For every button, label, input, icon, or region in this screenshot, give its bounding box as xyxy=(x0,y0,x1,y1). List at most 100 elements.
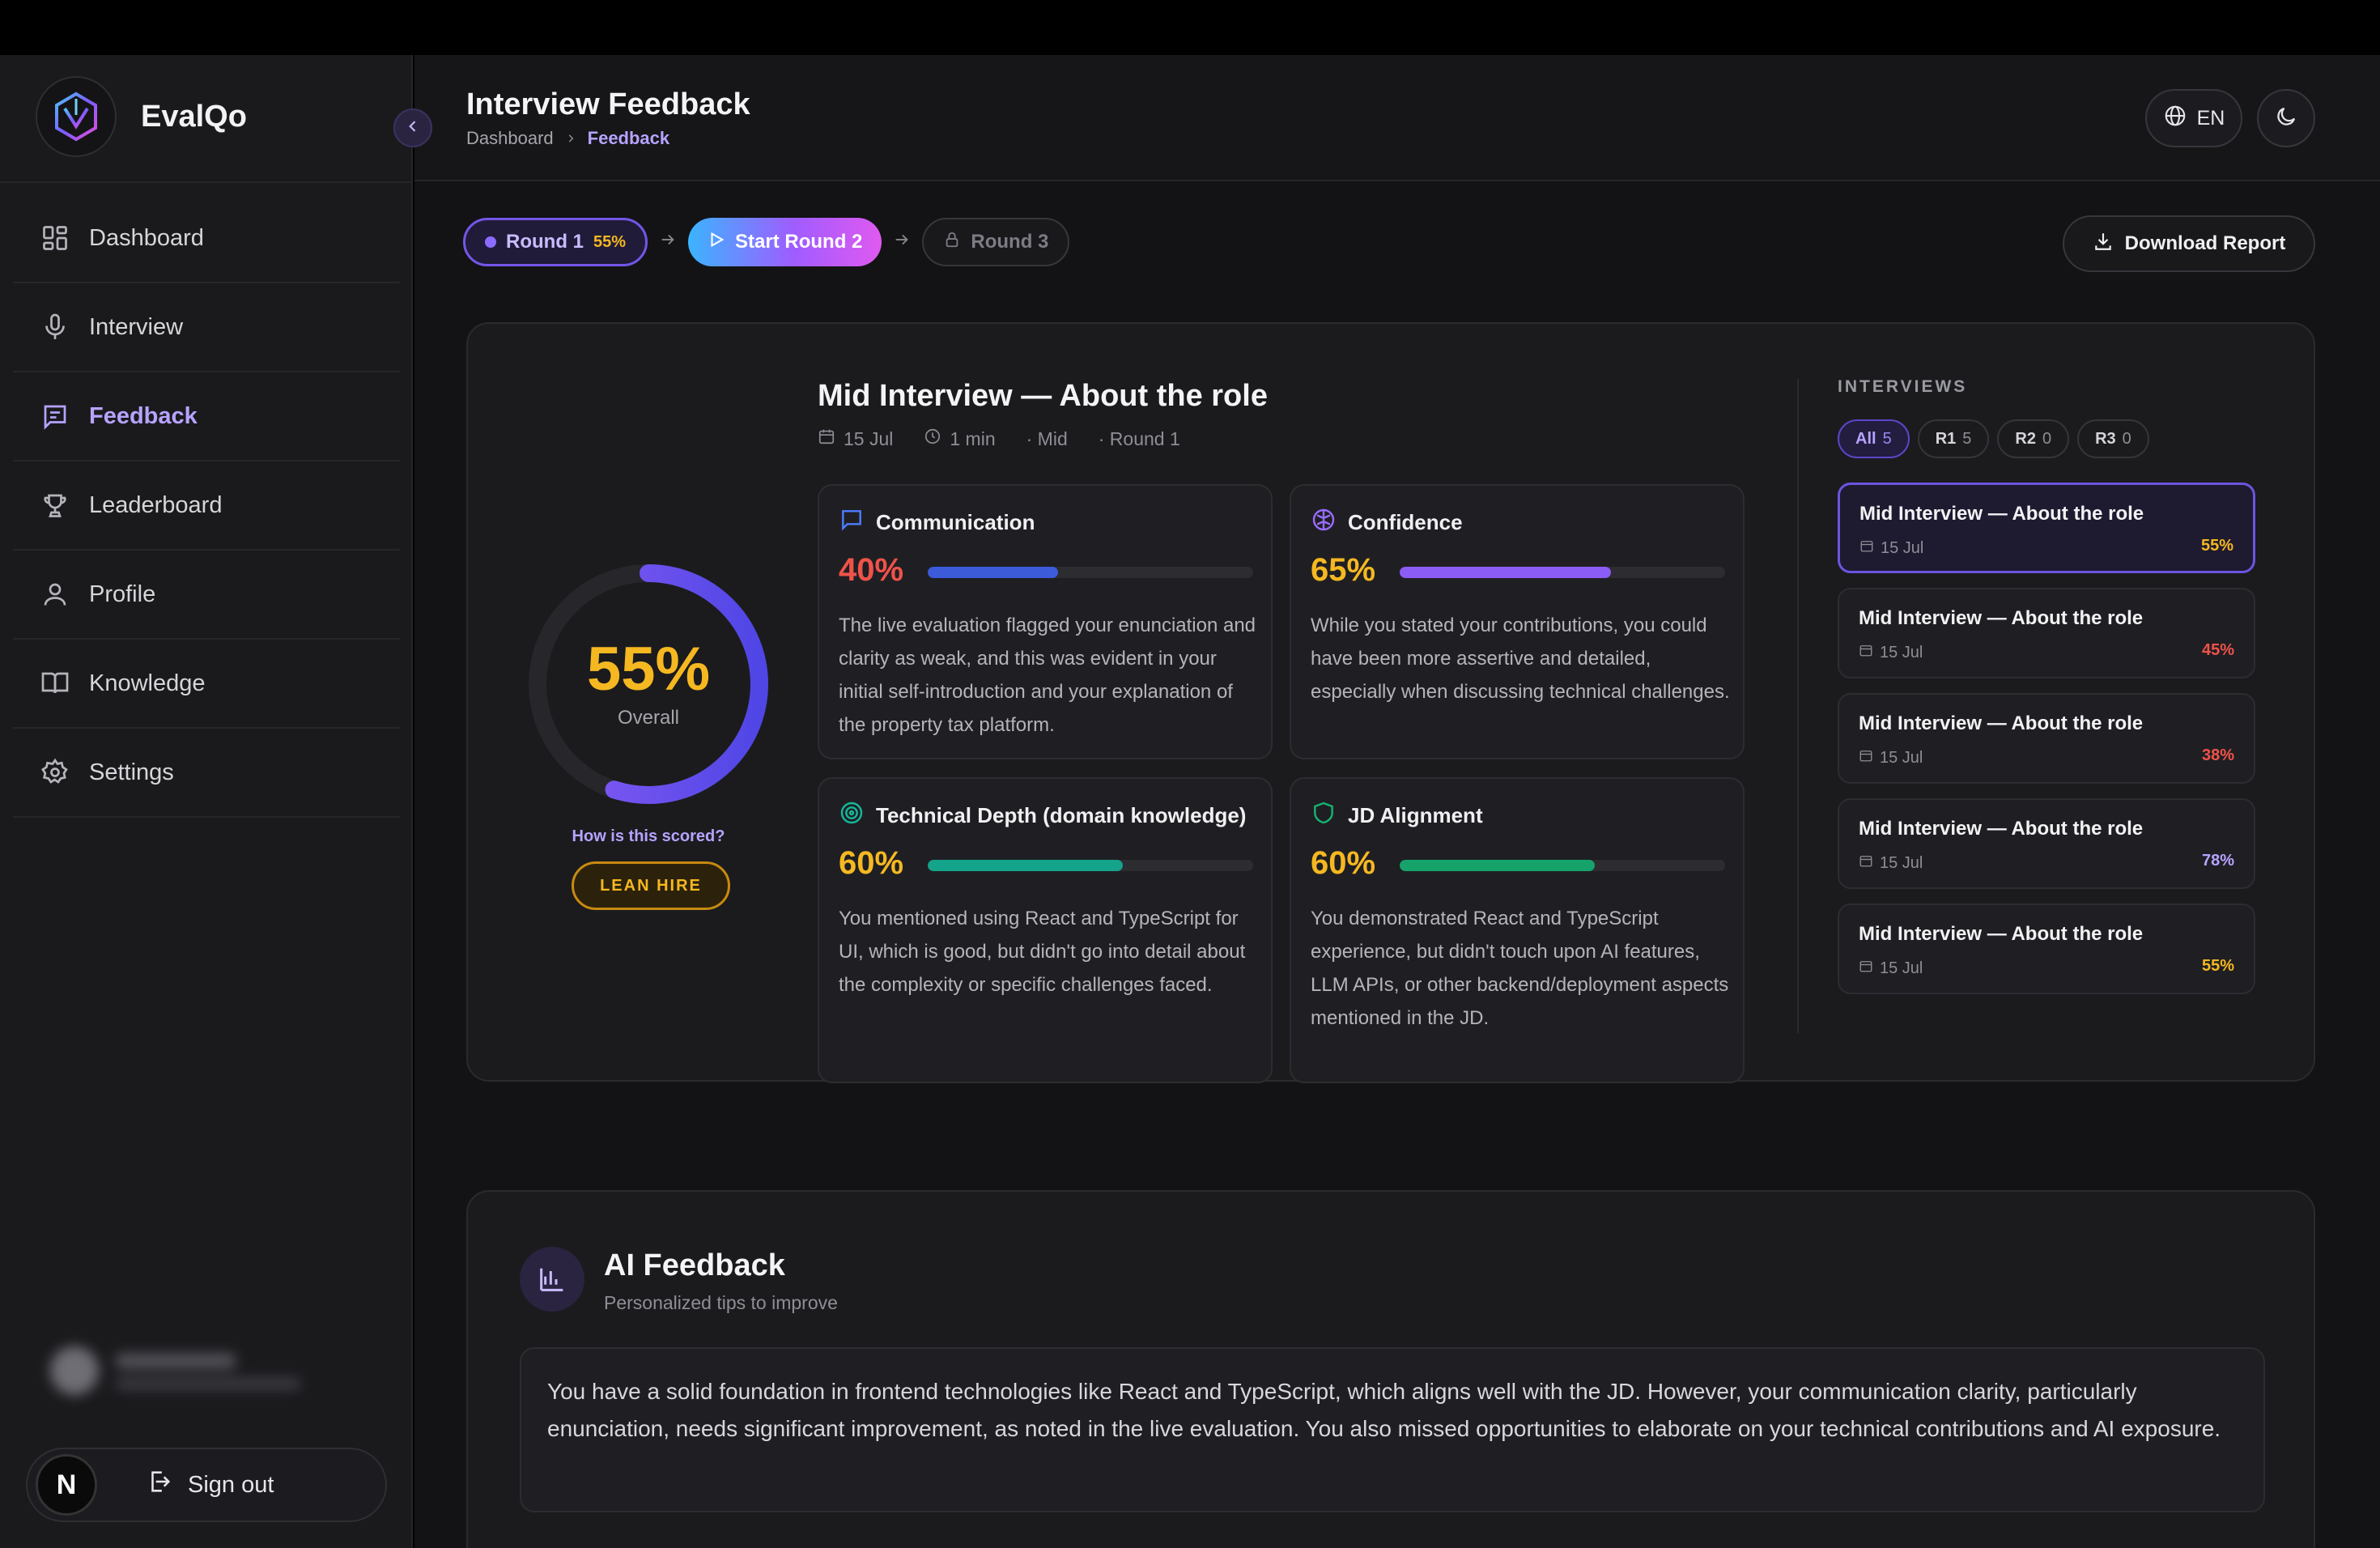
logout-icon xyxy=(146,1468,173,1502)
interview-item-score: 78% xyxy=(2201,852,2234,870)
metric-card-technical-depth: Technical Depth (domain knowledge) 60% Y… xyxy=(818,777,1273,1083)
message-icon xyxy=(39,400,71,432)
start-round-2-button[interactable]: Start Round 2 xyxy=(688,218,882,266)
interview-title: Mid Interview — About the role xyxy=(818,379,1268,413)
interview-duration: 1 min xyxy=(950,427,996,449)
sidebar-item-feedback[interactable]: Feedback xyxy=(13,372,400,461)
main-content: Interview Feedback Dashboard Feedback EN… xyxy=(414,55,2380,1548)
active-dot xyxy=(485,236,496,248)
breadcrumb: Dashboard Feedback xyxy=(466,128,669,149)
download-icon xyxy=(2093,231,2114,257)
interview-date: 15 Jul xyxy=(844,427,894,449)
language-button[interactable]: EN xyxy=(2145,89,2242,147)
interview-item-score: 38% xyxy=(2201,746,2234,764)
brand[interactable]: EvalQo xyxy=(36,76,247,157)
theme-toggle-button[interactable] xyxy=(2257,89,2315,147)
interview-list-item[interactable]: Mid Interview — About the role 15 Jul 38… xyxy=(1838,693,2255,784)
metric-card-jd-alignment: JD Alignment 60% You demonstrated React … xyxy=(1290,777,1745,1083)
filter-r2[interactable]: R2 0 xyxy=(1997,419,2070,458)
sidebar-item-knowledge[interactable]: Knowledge xyxy=(13,640,400,729)
sidebar-item-settings[interactable]: Settings xyxy=(13,729,400,818)
sidebar-item-leaderboard[interactable]: Leaderboard xyxy=(13,461,400,551)
trophy-icon xyxy=(39,489,71,521)
avatar[interactable]: N xyxy=(36,1454,97,1516)
metric-description: The live evaluation flagged your enuncia… xyxy=(839,615,1256,736)
sidebar-item-label: Profile xyxy=(89,580,156,607)
filter-r1[interactable]: R1 5 xyxy=(1917,419,1990,458)
metric-description: While you stated your contributions, you… xyxy=(1311,615,1730,703)
ai-feedback-text: You have a solid foundation in frontend … xyxy=(520,1347,2265,1512)
metric-progress-bar xyxy=(1400,567,1725,578)
round-1-score: 55% xyxy=(593,232,627,251)
metric-progress-fill xyxy=(928,567,1058,578)
round-1-pill[interactable]: Round 1 55% xyxy=(463,218,648,266)
sidebar-item-interview[interactable]: Interview xyxy=(13,283,400,372)
sidebar-item-profile[interactable]: Profile xyxy=(13,551,400,640)
book-icon xyxy=(39,667,71,700)
overall-score-gauge: 55% Overall xyxy=(526,562,771,806)
collapse-sidebar-button[interactable] xyxy=(393,108,432,147)
filter-count: 0 xyxy=(2042,429,2052,448)
download-report-label: Download Report xyxy=(2124,232,2286,254)
metric-name: Technical Depth (domain knowledge) xyxy=(876,803,1247,827)
metric-name: JD Alignment xyxy=(1348,803,1483,827)
overall-label: Overall xyxy=(617,707,680,729)
filter-label: R3 xyxy=(2095,429,2116,448)
user-footer: N Sign out xyxy=(26,1448,387,1522)
filter-all[interactable]: All 5 xyxy=(1838,419,1910,458)
user-info-blurred xyxy=(45,1334,353,1407)
round-3-pill[interactable]: Round 3 xyxy=(922,218,1070,266)
metric-progress-fill xyxy=(1400,567,1612,578)
sidebar-item-label: Dashboard xyxy=(89,224,204,251)
metric-score: 60% xyxy=(839,845,904,881)
metric-score: 65% xyxy=(1311,552,1376,588)
metric-description: You demonstrated React and TypeScript ex… xyxy=(1311,908,1729,1029)
round-stepper: Round 1 55% Start Round 2 Round 3 xyxy=(463,217,1070,267)
interview-item-title: Mid Interview — About the role xyxy=(1859,712,2144,734)
bar-chart-icon xyxy=(520,1247,584,1312)
user-icon xyxy=(39,578,71,610)
sidebar-item-label: Feedback xyxy=(89,402,198,429)
ai-feedback-subtitle: Personalized tips to improve xyxy=(604,1292,838,1313)
ai-feedback-title: AI Feedback xyxy=(604,1248,785,1282)
interview-list-item[interactable]: Mid Interview — About the role 15 Jul 55… xyxy=(1838,483,2255,573)
arrow-right-icon xyxy=(659,231,677,254)
ai-feedback-card: AI Feedback Personalized tips to improve… xyxy=(466,1190,2315,1548)
sidebar-item-label: Knowledge xyxy=(89,670,206,696)
metric-progress-bar xyxy=(928,567,1253,578)
divider xyxy=(0,181,411,183)
metric-progress-fill xyxy=(1400,860,1596,871)
metric-description: You mentioned using React and TypeScript… xyxy=(839,908,1246,996)
play-icon xyxy=(708,231,725,254)
calendar-icon xyxy=(1859,853,1873,873)
interview-item-title: Mid Interview — About the role xyxy=(1859,923,2144,945)
sidebar-nav: Dashboard Interview Feedback Leaderboard… xyxy=(13,194,400,818)
interview-list-item[interactable]: Mid Interview — About the role 15 Jul 78… xyxy=(1838,798,2255,889)
interview-level: · Mid xyxy=(1026,427,1068,449)
download-report-button[interactable]: Download Report xyxy=(2063,215,2315,272)
sidebar-item-dashboard[interactable]: Dashboard xyxy=(13,194,400,283)
interviews-heading: INTERVIEWS xyxy=(1838,377,1968,396)
filter-count: 0 xyxy=(2122,429,2131,448)
page-header: Interview Feedback Dashboard Feedback EN xyxy=(414,55,2380,181)
interview-list-item[interactable]: Mid Interview — About the role 15 Jul 45… xyxy=(1838,588,2255,678)
overall-score-value: 55% xyxy=(586,635,711,704)
sign-out-button[interactable]: Sign out xyxy=(146,1468,274,1502)
interview-meta: 15 Jul 1 min · Mid · Round 1 xyxy=(818,427,1180,450)
sidebar-item-label: Interview xyxy=(89,313,184,340)
shield-icon xyxy=(1311,800,1337,831)
interview-item-score: 45% xyxy=(2201,641,2234,659)
filter-r3[interactable]: R3 0 xyxy=(2077,419,2149,458)
breadcrumb-dashboard[interactable]: Dashboard xyxy=(466,128,554,149)
interview-item-date: 15 Jul xyxy=(1880,959,1923,977)
interview-round: · Round 1 xyxy=(1098,427,1180,449)
target-icon xyxy=(839,800,865,831)
how-scored-link[interactable]: How is this scored? xyxy=(520,827,777,846)
metric-progress-bar xyxy=(928,860,1253,871)
gauge-label: 55% Overall xyxy=(526,562,771,806)
metric-name: Confidence xyxy=(1348,510,1463,534)
clock-icon xyxy=(924,427,941,450)
interview-list-item[interactable]: Mid Interview — About the role 15 Jul 55… xyxy=(1838,904,2255,994)
round-3-label: Round 3 xyxy=(971,231,1049,253)
gear-icon xyxy=(39,756,71,789)
